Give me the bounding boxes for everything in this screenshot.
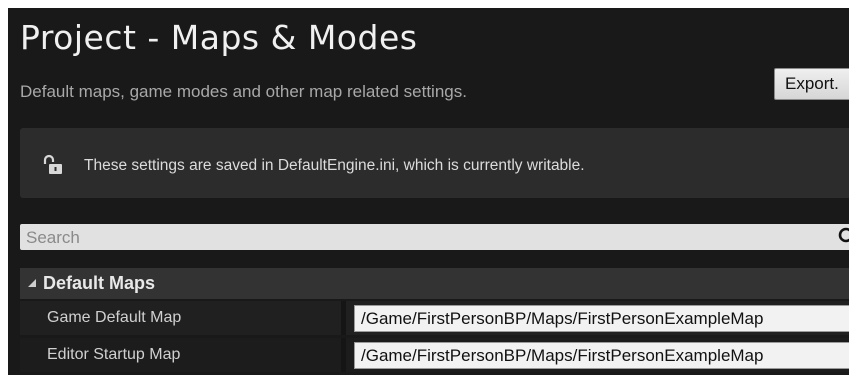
page-subtitle: Default maps, game modes and other map r… xyxy=(20,82,467,101)
column-divider[interactable] xyxy=(341,338,346,372)
property-row-editor-startup-map: Editor Startup Map /Game/FirstPersonBP/M… xyxy=(20,338,849,372)
search-input[interactable] xyxy=(20,224,820,250)
project-settings-panel: Project - Maps & Modes Default maps, gam… xyxy=(8,8,849,375)
column-divider[interactable] xyxy=(341,301,346,335)
property-row-game-default-map: Game Default Map /Game/FirstPersonBP/Map… xyxy=(20,301,849,335)
property-label: Editor Startup Map xyxy=(47,346,181,363)
notice-text: These settings are saved in DefaultEngin… xyxy=(84,157,585,174)
unlocked-padlock-icon xyxy=(42,154,64,176)
section-header-default-maps[interactable]: Default Maps xyxy=(20,268,849,299)
map-path-field[interactable]: /Game/FirstPersonBP/Maps/FirstPersonExam… xyxy=(354,305,849,332)
property-label: Game Default Map xyxy=(47,309,182,326)
config-notice: These settings are saved in DefaultEngin… xyxy=(20,128,849,198)
section-title: Default Maps xyxy=(43,273,156,293)
page-title: Project - Maps & Modes xyxy=(20,18,418,57)
search-icon[interactable] xyxy=(838,227,849,247)
expand-triangle-icon[interactable] xyxy=(28,279,36,287)
map-path-field[interactable]: /Game/FirstPersonBP/Maps/FirstPersonExam… xyxy=(354,342,849,369)
search-bar xyxy=(20,224,849,250)
export-button[interactable]: Export. xyxy=(774,68,849,100)
